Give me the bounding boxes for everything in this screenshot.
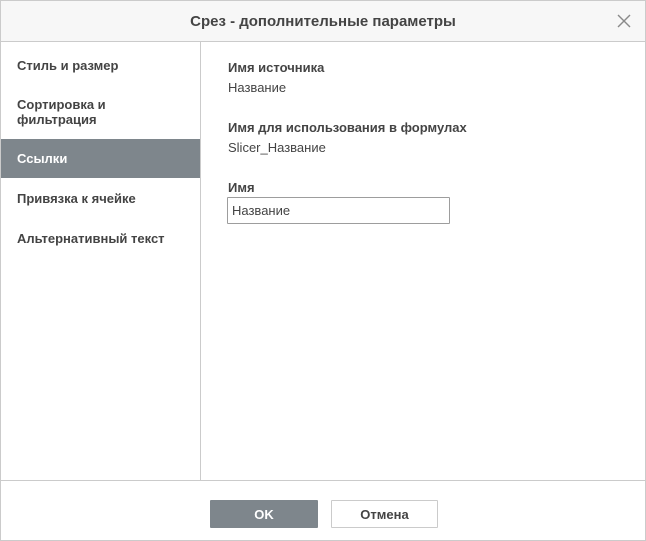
name-input[interactable]	[227, 197, 450, 224]
ok-button[interactable]: OK	[210, 500, 318, 528]
source-name-label: Имя источника	[228, 60, 325, 75]
sidebar-item-label: Привязка к ячейке	[17, 191, 136, 206]
dialog-footer: OK Отмена	[1, 480, 645, 540]
formula-name-label: Имя для использования в формулах	[228, 120, 467, 135]
advanced-settings-dialog: Срез - дополнительные параметры Стиль и …	[0, 0, 646, 541]
dialog-title: Срез - дополнительные параметры	[190, 13, 456, 30]
source-name-value: Название	[228, 80, 287, 95]
references-panel: Имя источника Название Имя для использов…	[202, 42, 645, 480]
settings-sidebar: Стиль и размер Сортировка и фильтрация С…	[1, 42, 201, 480]
sidebar-item-label: Сортировка и	[17, 97, 106, 112]
sidebar-item-label: фильтрация	[17, 112, 97, 127]
sidebar-item-label: Ссылки	[17, 151, 68, 166]
sidebar-item-sort-filter[interactable]: Сортировка и фильтрация	[1, 97, 200, 127]
close-icon	[617, 14, 631, 28]
sidebar-item-references[interactable]: Ссылки	[1, 139, 200, 178]
dialog-titlebar[interactable]: Срез - дополнительные параметры	[1, 1, 645, 42]
sidebar-item-style-size[interactable]: Стиль и размер	[1, 58, 200, 73]
sidebar-item-alt-text[interactable]: Альтернативный текст	[1, 231, 200, 246]
sidebar-item-label: Альтернативный текст	[17, 231, 165, 246]
name-label: Имя	[228, 180, 255, 195]
formula-name-value: Slicer_Название	[228, 140, 326, 155]
cancel-button[interactable]: Отмена	[331, 500, 438, 528]
sidebar-item-cell-snapping[interactable]: Привязка к ячейке	[1, 191, 200, 206]
sidebar-item-label: Стиль и размер	[17, 58, 119, 73]
close-button[interactable]	[615, 12, 633, 30]
